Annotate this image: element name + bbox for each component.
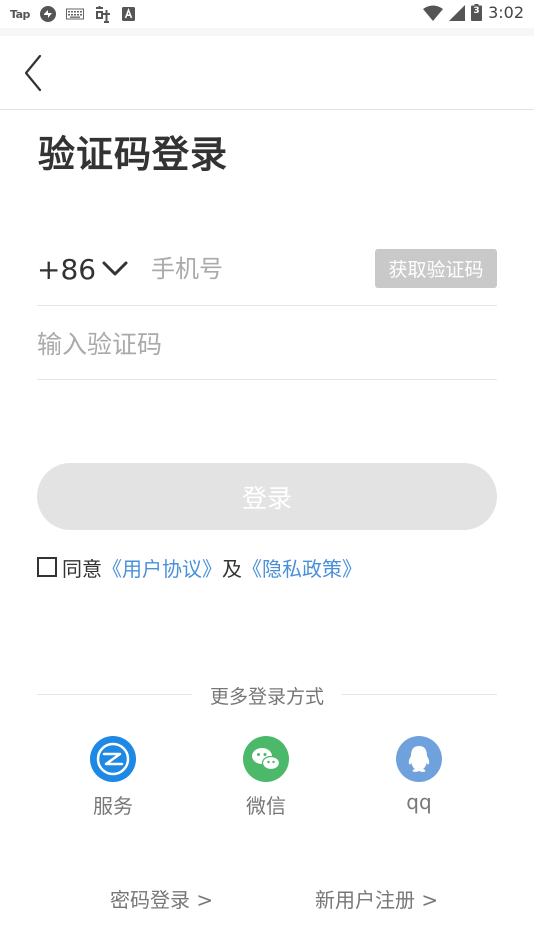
verification-code-input[interactable] — [37, 323, 437, 365]
service-login-option[interactable]: 服务 — [68, 736, 158, 819]
status-bar-left: Tap — [10, 4, 135, 24]
register-link[interactable]: 新用户注册 > — [315, 884, 438, 913]
phone-input[interactable] — [151, 248, 371, 290]
agreement: 同意 《用户协议》 及 《隐私政策》 — [37, 553, 362, 582]
wifi-icon — [423, 5, 444, 21]
phone-row: +86 获取验证码 — [37, 232, 497, 306]
wechat-label: 微信 — [246, 794, 286, 818]
battery-icon: 3 — [471, 4, 483, 21]
login-button[interactable]: 登录 — [37, 463, 497, 530]
country-code-label: +86 — [37, 252, 97, 286]
status-bar: Tap 3 3:02 — [0, 0, 534, 28]
chevron-down-icon — [102, 261, 128, 276]
nav-bar — [0, 36, 534, 110]
more-login-divider: 更多登录方式 — [37, 682, 497, 708]
wechat-icon — [243, 736, 289, 782]
qq-label: qq — [406, 790, 432, 814]
service-icon — [90, 736, 136, 782]
privacy-policy-link[interactable]: 《隐私政策》 — [242, 553, 362, 582]
sync-icon — [39, 6, 56, 22]
battery-level: 3 — [473, 6, 480, 16]
country-code-selector[interactable]: +86 — [37, 250, 128, 288]
more-login-label: 更多登录方式 — [209, 686, 324, 708]
agreement-and: 及 — [222, 556, 242, 581]
clock: 3:02 — [488, 3, 524, 22]
back-button[interactable] — [18, 52, 48, 94]
code-row — [37, 306, 497, 380]
get-code-button[interactable]: 获取验证码 — [375, 249, 497, 288]
qq-icon — [396, 736, 442, 782]
translate-icon — [95, 6, 110, 23]
divider-line-right — [342, 694, 497, 695]
a-box-icon — [121, 7, 135, 21]
password-login-link[interactable]: 密码登录 > — [110, 884, 213, 913]
status-bar-right: 3 3:02 — [423, 3, 524, 22]
user-agreement-link[interactable]: 《用户协议》 — [102, 553, 222, 582]
wechat-login-option[interactable]: 微信 — [221, 736, 311, 819]
agreement-prefix: 同意 — [62, 556, 102, 581]
agreement-checkbox[interactable] — [37, 557, 57, 577]
chevron-left-icon — [24, 54, 42, 92]
page-title: 验证码登录 — [38, 133, 228, 176]
signal-icon — [449, 4, 466, 21]
taptap-icon: Tap — [10, 7, 30, 21]
header-strip — [0, 28, 534, 36]
keyboard-icon — [65, 8, 84, 20]
service-label: 服务 — [93, 794, 133, 818]
qq-login-option[interactable]: qq — [374, 736, 464, 814]
